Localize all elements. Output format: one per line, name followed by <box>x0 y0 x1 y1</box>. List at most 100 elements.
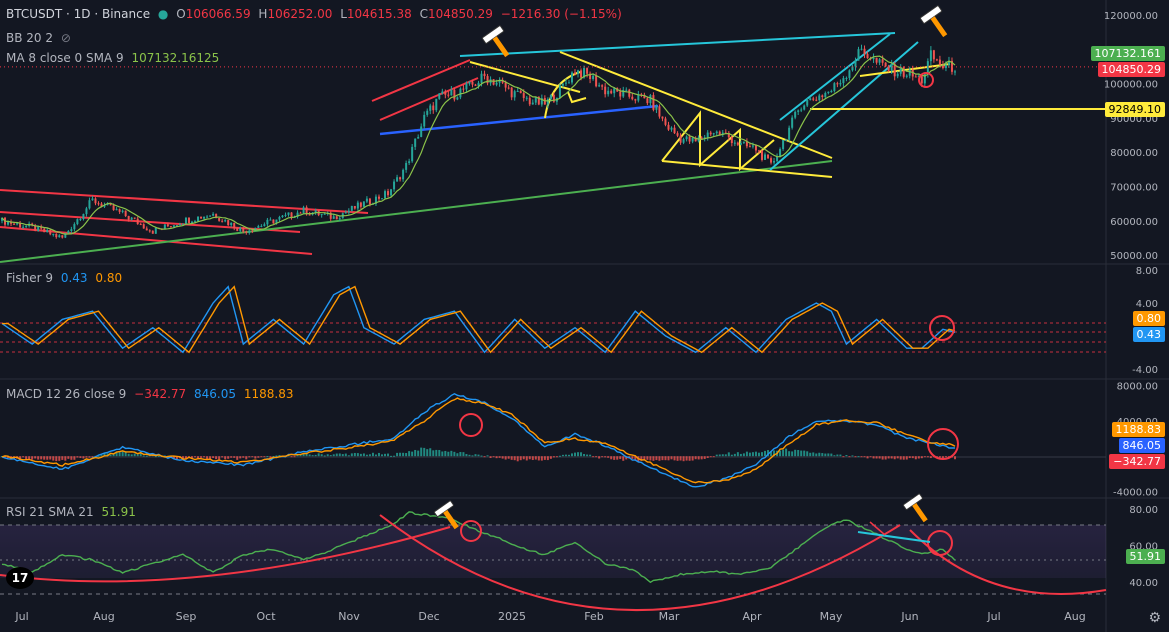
macd-hist-bar <box>58 456 61 461</box>
macd-hist-bar <box>917 456 920 459</box>
candle-body <box>661 116 664 119</box>
macd-hist-bar <box>604 456 607 458</box>
macd-hist-bar <box>489 456 492 459</box>
macd-hist-bar <box>709 456 712 458</box>
macd-hist-bar <box>82 456 85 459</box>
candle-body <box>607 90 610 95</box>
candle-body <box>73 224 76 230</box>
rsi-label: RSI 21 SMA 21 <box>6 505 94 519</box>
rsi-legend[interactable]: RSI 21 SMA 21 51.91 <box>6 504 140 520</box>
candle-body <box>510 87 513 98</box>
candle-body <box>151 230 154 234</box>
macd-hist-bar <box>465 454 468 457</box>
macd-hist-bar <box>905 456 908 460</box>
up-dot-icon: ● <box>157 7 169 21</box>
macd-hist-bar <box>570 453 573 457</box>
candle-body <box>474 84 477 86</box>
tradingview-chart[interactable]: Jul Aug Sep Oct Nov Dec 2025 Feb Mar Apr May Jun Jul… <box>0 0 1169 632</box>
macd-hist-bar <box>655 456 658 461</box>
macd-hist-bar <box>332 454 335 457</box>
candle-body <box>423 114 426 127</box>
candle-body <box>438 93 441 99</box>
macd-hist-bar <box>688 456 691 461</box>
candle-body <box>127 216 130 220</box>
macd-hist-bar <box>821 453 824 457</box>
candle-body <box>459 88 462 98</box>
candle-body <box>709 132 712 135</box>
macd-hist-bar <box>694 456 697 460</box>
macd-hist-bar <box>830 453 833 457</box>
macd-hist-bar <box>595 456 598 458</box>
candle-body <box>236 228 239 231</box>
macd-hist-bar <box>432 450 435 457</box>
macd-hist-bar <box>944 456 947 458</box>
macd-hist-bar <box>528 456 531 460</box>
candle-body <box>833 83 836 92</box>
macd-hist-bar <box>730 454 733 457</box>
candle-body <box>839 83 842 85</box>
macd-hist-bar <box>875 456 878 459</box>
price-pane[interactable] <box>0 44 1106 239</box>
macd-hist-bar <box>673 456 676 461</box>
candle-body <box>908 69 911 76</box>
fisher-value-2: 0.80 <box>95 271 123 285</box>
macd-label: MACD 12 26 close 9 <box>6 387 127 401</box>
candle-body <box>815 99 818 101</box>
macd-hist-bar <box>109 454 112 457</box>
symbol-title[interactable]: BTCUSDT · 1D · Binance <box>6 7 150 21</box>
macd-hist-bar <box>926 456 929 458</box>
candle-body <box>914 76 917 78</box>
close-label: C <box>419 7 428 21</box>
macd-hist-bar <box>224 456 227 460</box>
macd-hist-bar <box>827 453 830 457</box>
macd-hist-bar <box>540 456 543 461</box>
macd-hist-bar <box>377 452 380 457</box>
macd-hist-bar <box>435 449 438 457</box>
candle-body <box>528 97 531 105</box>
candle-body <box>767 154 770 159</box>
macd-hist-bar <box>450 450 453 457</box>
macd-hist-bar <box>893 456 896 460</box>
y-tick-label: 80000.00 <box>1110 148 1158 159</box>
macd-circle-dec <box>459 413 483 437</box>
open-label: O <box>176 7 186 21</box>
macd-hist-bar <box>649 456 652 461</box>
macd-hist-bar <box>251 456 254 458</box>
candle-body <box>854 60 857 67</box>
ma-legend[interactable]: MA 8 close 0 SMA 9 107132.16125 <box>6 50 223 66</box>
candle-body <box>676 133 679 136</box>
macd-hist-bar <box>908 456 911 459</box>
macd-hist-bar <box>522 456 525 460</box>
candle-body <box>954 71 956 73</box>
ma-price-tag: 107132.161 <box>1090 46 1165 61</box>
macd-hist-bar <box>447 451 450 457</box>
gear-icon[interactable]: ⚙ <box>1148 610 1161 626</box>
candle-body <box>184 217 187 224</box>
macd-hist-bar <box>260 456 263 458</box>
eye-off-icon[interactable]: ⊘ <box>61 31 71 45</box>
candle-body <box>332 216 335 219</box>
fisher-legend[interactable]: Fisher 9 0.43 0.80 <box>6 270 126 286</box>
macd-hist-bar <box>453 451 456 457</box>
tradingview-logo-icon[interactable]: 17 <box>6 567 34 589</box>
candle-body <box>13 223 16 225</box>
macd-pane[interactable] <box>1 393 956 488</box>
candle-body <box>522 93 525 98</box>
macd-tag-b: 846.05 <box>1118 438 1165 453</box>
macd-hist-bar <box>782 449 785 457</box>
chart-canvas[interactable]: Jul Aug Sep Oct Nov Dec 2025 Feb Mar Apr May Jun Jul… <box>0 0 1169 632</box>
bb-legend[interactable]: BB 20 2 ⊘ <box>6 30 75 46</box>
candle-body <box>323 213 326 215</box>
candle-body <box>782 140 785 150</box>
macd-hist-bar <box>616 456 619 460</box>
candle-body <box>281 215 284 218</box>
candle-body <box>857 49 860 61</box>
macd-hist-bar <box>212 456 215 458</box>
macd-hist-bar <box>564 454 567 457</box>
candle-body <box>779 149 782 157</box>
macd-hist-bar <box>438 450 441 457</box>
macd-hist-bar <box>954 456 956 460</box>
macd-legend[interactable]: MACD 12 26 close 9 −342.77 846.05 1188.8… <box>6 386 297 402</box>
macd-hist-bar <box>341 454 344 457</box>
macd-hist-bar <box>456 453 459 457</box>
